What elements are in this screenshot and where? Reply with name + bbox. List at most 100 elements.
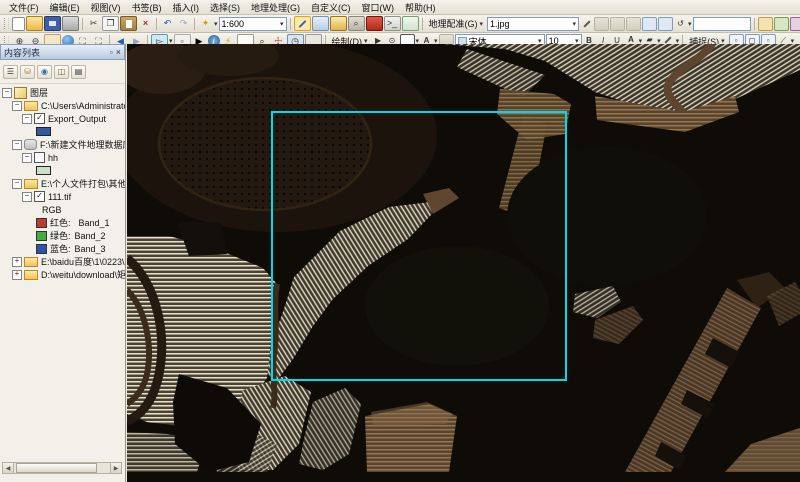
toc-layer-export-output[interactable]: − ✓ Export_Output (2, 112, 125, 125)
folder-icon (24, 179, 38, 189)
toc-toolbar: ☰ ⛁ ◉ ◫ ▤ (0, 60, 125, 84)
link-table-icon[interactable] (642, 17, 657, 31)
autoregister-icon[interactable] (594, 17, 609, 31)
geodatabase-icon (24, 139, 37, 150)
menu-selection[interactable]: 选择(S) (205, 0, 245, 15)
collapse-icon[interactable]: − (12, 179, 22, 189)
add-data-icon[interactable]: ✦ (198, 17, 213, 30)
toc-band-blue: 蓝色:Band_3 (2, 242, 125, 255)
arcmap-window: { "menu": {"items": ["文件(F)","编辑(E)","视图… (0, 0, 800, 482)
menu-customize[interactable]: 自定义(C) (306, 0, 356, 15)
menu-view[interactable]: 视图(V) (86, 0, 126, 15)
georef-tool2-icon[interactable] (626, 17, 641, 31)
toc-title: 内容列表 (4, 46, 40, 59)
map-canvas[interactable] (127, 44, 800, 482)
collapse-icon[interactable]: − (2, 88, 12, 98)
paste-icon[interactable] (120, 16, 137, 31)
cut-icon[interactable]: ✂ (86, 17, 101, 30)
map-scale-combo[interactable]: 1:600 ▾ (219, 17, 287, 31)
scrollbar-thumb[interactable] (16, 463, 97, 473)
menu-file[interactable]: 文件(F) (4, 0, 44, 15)
menu-edit[interactable]: 编辑(E) (45, 0, 85, 15)
modelbuilder-icon[interactable] (402, 16, 419, 31)
toc-drawing-order-icon[interactable]: ☰ (3, 65, 18, 79)
layer-checkbox[interactable] (34, 152, 45, 163)
toc-layer-hh[interactable]: − hh (2, 151, 125, 164)
expand-icon[interactable]: + (12, 257, 22, 267)
polygon-symbol-swatch[interactable] (36, 127, 51, 136)
cut-polygon-icon[interactable] (790, 17, 800, 31)
editor-toolbar-toggle-icon[interactable] (294, 16, 311, 31)
scale-dropdown-icon[interactable]: ▾ (280, 20, 284, 28)
toc-rgb-label: RGB (2, 203, 125, 216)
folder-icon (24, 101, 38, 111)
menu-bar: 文件(F) 编辑(E) 视图(V) 书签(B) 插入(I) 选择(S) 地理处理… (0, 0, 800, 15)
toc-horizontal-scrollbar[interactable]: ◀ ▶ (2, 462, 122, 474)
menu-help[interactable]: 帮助(H) (400, 0, 441, 15)
georef-input[interactable] (693, 17, 751, 31)
toc-node-gdb[interactable]: − F:\新建文件地理数据库.gdb (2, 138, 125, 151)
catalog-window-icon[interactable] (330, 16, 347, 31)
toc-pin-icon[interactable]: ▫ (110, 48, 113, 57)
georeferencing-menu[interactable]: 地理配准(G)▾ (426, 17, 487, 30)
toc-options-icon[interactable]: ▤ (71, 65, 86, 79)
collapse-icon[interactable]: − (22, 114, 32, 124)
toc-node-layers[interactable]: − 图层 (2, 86, 125, 99)
delete-icon[interactable]: × (138, 17, 153, 30)
open-icon[interactable] (26, 16, 43, 31)
georef-tool-icon[interactable] (610, 17, 625, 31)
view-link-table-icon[interactable] (658, 17, 673, 31)
forest-shadow (507, 146, 707, 286)
layer-checkbox[interactable]: ✓ (34, 113, 45, 124)
georeferencing-layer-combo[interactable]: 1.jpg ▾ (487, 17, 579, 31)
search-window-icon[interactable]: ⌕ (348, 16, 365, 31)
redo-icon[interactable]: ↷ (176, 17, 191, 30)
toolbar-grip[interactable] (4, 18, 9, 29)
menu-geoprocessing[interactable]: 地理处理(G) (246, 0, 305, 15)
reshape-icon[interactable] (774, 17, 789, 31)
copy-icon[interactable]: ❐ (102, 16, 119, 31)
georef-layer-dropdown-icon[interactable]: ▾ (573, 20, 577, 28)
undo-icon[interactable]: ↶ (160, 17, 175, 30)
collapse-icon[interactable]: − (12, 140, 22, 150)
toc-node-folder3[interactable]: + E:\baidu百度\1\0223\ (2, 255, 125, 268)
add-control-points-icon[interactable] (580, 18, 593, 30)
arctoolbox-icon[interactable] (366, 16, 383, 31)
add-data-dropdown[interactable]: ▾ (214, 20, 218, 28)
polygon-symbol-swatch[interactable] (36, 166, 51, 175)
green-band-chip (36, 231, 47, 241)
table-of-contents-window-icon[interactable] (312, 16, 329, 31)
save-icon[interactable] (44, 16, 61, 31)
collapse-icon[interactable]: − (22, 153, 32, 163)
python-window-icon[interactable]: >_ (384, 16, 401, 31)
map-view[interactable] (127, 44, 800, 482)
toc-selection-icon[interactable]: ◫ (54, 65, 69, 79)
forest-shadow (365, 246, 549, 366)
toc-node-folder1[interactable]: − C:\Users\Administrator\Desktop\u (2, 99, 125, 112)
expand-icon[interactable]: + (12, 270, 22, 280)
scroll-right-icon[interactable]: ▶ (110, 463, 121, 473)
toc-close-icon[interactable]: × (116, 47, 121, 57)
toc-layer-111tif[interactable]: − ✓ 111.tif (2, 190, 125, 203)
toc-symbol-export-output[interactable] (2, 125, 125, 138)
toc-tree: − 图层 − C:\Users\Administrator\Desktop\u … (0, 84, 125, 281)
new-document-icon[interactable] (12, 17, 25, 31)
menu-window[interactable]: 窗口(W) (357, 0, 400, 15)
menu-bookmarks[interactable]: 书签(B) (127, 0, 167, 15)
toc-band-green: 绿色:Band_2 (2, 229, 125, 242)
print-icon[interactable] (62, 16, 79, 31)
collapse-icon[interactable]: − (12, 101, 22, 111)
field-road (273, 284, 277, 408)
collapse-icon[interactable]: − (22, 192, 32, 202)
toc-source-icon[interactable]: ⛁ (20, 65, 35, 79)
toc-title-bar[interactable]: 内容列表 ▫ × (0, 44, 125, 60)
layer-checkbox[interactable]: ✓ (34, 191, 45, 202)
menu-insert[interactable]: 插入(I) (168, 0, 205, 15)
edit-vertices-icon[interactable] (758, 17, 773, 31)
toc-node-folder2[interactable]: − E:\个人文件打包\其他资料\百度\ssss (2, 177, 125, 190)
rotate-icon[interactable]: ↺ (674, 18, 687, 30)
toc-visibility-icon[interactable]: ◉ (37, 65, 52, 79)
scroll-left-icon[interactable]: ◀ (3, 463, 14, 473)
toc-symbol-hh[interactable] (2, 164, 125, 177)
toc-node-folder4[interactable]: + D:\weitu\download\矩形区域\Level (2, 268, 125, 281)
